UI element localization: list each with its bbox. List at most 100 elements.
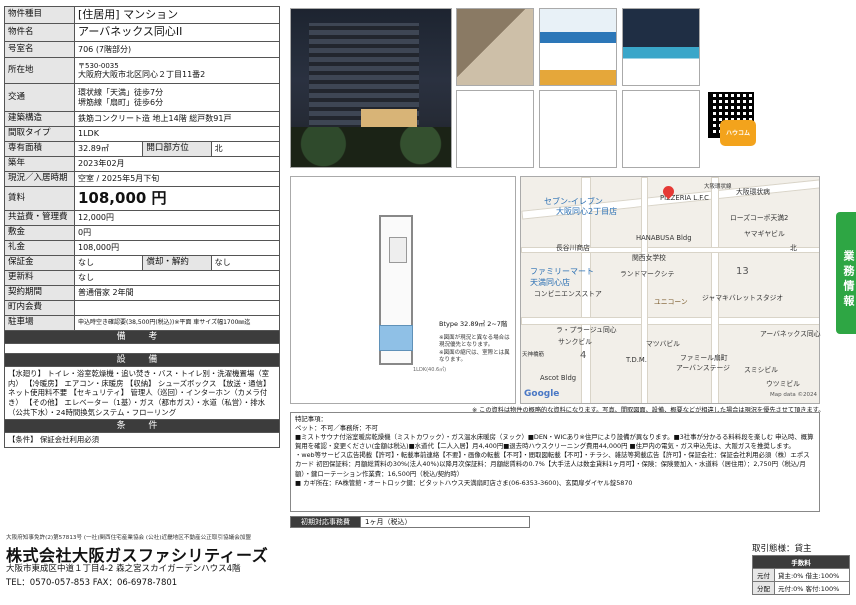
remarks-line: ペット：不可／事務所：不可: [295, 424, 379, 433]
remarks-spacer: [4, 343, 280, 354]
mgmt-value: 12,000円: [74, 210, 280, 226]
map-label: コンビニエンスストア: [534, 290, 602, 298]
status-label: 現況／入居時期: [4, 171, 75, 187]
terms-header: 条 件: [4, 419, 280, 434]
map-road: [641, 177, 648, 403]
floor-plan-note-4: なります。: [439, 357, 466, 364]
deposit-value: 0円: [74, 225, 280, 241]
status-value: 空室 / 2025年5月下旬: [74, 171, 280, 187]
map-label: マツバビル: [646, 340, 680, 348]
keymoney-label: 礼金: [4, 240, 75, 256]
map-label: アーバネックス同心: [760, 330, 821, 338]
transport-line-1: 環状線「天満」徒歩7分: [78, 88, 164, 98]
initial-fee-value: 1ヶ月（税込）: [360, 516, 530, 528]
flyer-dark-thumb[interactable]: [622, 8, 700, 86]
floor-plan-dimension: 1LDK(40.6㎡): [413, 367, 447, 373]
type-label: 物件種目: [4, 6, 75, 24]
built-value: 2023年02月: [74, 156, 280, 172]
lobby-photo-thumb[interactable]: [456, 8, 534, 86]
map-label: ジャマキバレットスタジオ: [702, 294, 784, 302]
renew-label: 更新料: [4, 270, 75, 286]
address-value: 大阪府大阪市北区同心２丁目11番2: [78, 69, 206, 79]
map-label: 関西女学校: [632, 254, 666, 262]
initial-fee-label: 初期対応事務費: [290, 516, 361, 528]
floor-plan: 1LDK(40.6㎡) Btype 32.89㎡ 2~7階 ※図面が現況と異なる…: [290, 176, 516, 404]
map-label: 大阪同心2丁目店: [556, 207, 618, 216]
map-label: 長谷川商店: [556, 244, 590, 252]
address-label: 所在地: [4, 57, 75, 84]
direction-value: 北: [210, 141, 281, 157]
map-label: ファミール扇町: [680, 354, 728, 362]
rent-value: 108,000 円: [74, 186, 280, 211]
name-label: 物件名: [4, 23, 75, 42]
room-value: 706 (7階部分): [74, 41, 280, 58]
map-label: アーバンステージ: [676, 364, 730, 372]
map-street-label: 大阪環状線: [704, 184, 732, 190]
town-label: 町内会費: [4, 300, 75, 316]
initial-fee-table: 初期対応事務費 1ヶ月（税込）: [290, 516, 530, 528]
map-street-label: 天神橋筋: [522, 352, 545, 358]
transport-label: 交通: [4, 83, 75, 112]
area-label: 専有面積: [4, 141, 75, 157]
map-label: ウツミビル: [766, 380, 800, 388]
map-label: 4: [580, 350, 587, 361]
keymoney-value: 108,000円: [74, 240, 280, 256]
amort-value: なし: [210, 255, 281, 271]
flyer-blue-thumb[interactable]: [539, 8, 617, 86]
commission-row-value: 元付:0% 客付:100%: [773, 581, 851, 595]
map-label: サンクビル: [558, 338, 592, 346]
transport-line-2: 堺筋線「扇町」徒歩6分: [78, 97, 164, 107]
structure-label: 建築構造: [4, 111, 75, 127]
empty-thumb-1: [456, 90, 534, 168]
commission-row-value: 貸主:0% 借主:100%: [773, 568, 851, 582]
map-label: スミシビル: [744, 366, 778, 374]
map-label: 大阪環状病: [736, 188, 770, 196]
trees: [291, 127, 451, 167]
renew-value: なし: [74, 270, 280, 286]
floor-plan-bath: [389, 237, 407, 263]
town-value: [74, 300, 280, 316]
remarks-line: 特記事項：: [295, 415, 327, 423]
amort-label: 償却・解約: [142, 255, 212, 271]
commission-table: 手数料 元付 貸主:0% 借主:100% 分配 元付:0% 客付:100%: [752, 555, 851, 595]
equipment-header: 設 備: [4, 353, 280, 367]
room-label: 号室名: [4, 41, 75, 58]
contract-value: 普通借家 2年間: [74, 285, 280, 301]
map-attribution: Map data ©2024: [770, 392, 817, 398]
floor-plan-note-2: 現況優先となります。: [439, 342, 494, 349]
parking-label: 駐車場: [4, 315, 75, 331]
mgmt-label: 共益費・管理費: [4, 210, 75, 226]
property-spec-table: 物件種目 [住居用] マンション 物件名 アーバネックス同心II 号室名 706…: [4, 6, 281, 448]
special-remarks: 特記事項： ペット：不可／事務所：不可 ■ミストサウナ付浴室暖房乾燥機（ミストカ…: [290, 412, 820, 512]
layout-label: 間取タイプ: [4, 126, 75, 142]
commission-row-label: 分配: [752, 581, 775, 595]
company-phone: TEL：0570-057-853 FAX：06-6978-7801: [6, 578, 178, 588]
area-value: 32.89㎡: [73, 141, 144, 157]
map-label: T.D.M.: [626, 356, 647, 364]
contract-label: 契約期間: [4, 285, 75, 301]
layout-value: 1LDK: [74, 126, 280, 142]
parking-value: 申込時空き確認要(38,500円(税込))※平面 車サイズ幅1700㎜迄: [74, 315, 280, 331]
map-label: ランドマークシテ: [620, 270, 675, 278]
building-exterior-photo: [290, 8, 452, 168]
map-label: ユニコーン: [654, 298, 688, 306]
map-label: 天満同心店: [530, 278, 570, 287]
remarks-line: ・web等サービス広告掲載【許可】・転載事前連絡【不要】・画像の転載【不可】・間…: [295, 451, 810, 478]
business-info-tab[interactable]: 業務情報: [836, 212, 856, 334]
map-label: HANABUSA Bldg: [636, 234, 692, 242]
company-address: 大阪市東成区中道１丁目4-2 森之宮スカイガーデンハウス4階: [6, 564, 241, 574]
terms-text: 【条件】 保証会社利用必須: [4, 432, 280, 448]
qr-badge: ハウコム: [720, 120, 756, 146]
equipment-text: 【水廻り】 トイレ・浴室乾燥機・追い焚き・バス・トイレ別・洗濯機置場（室内） 【…: [4, 365, 280, 421]
license-text: 大阪府知事免許(2)第57813号 (一社)関西住宅産業協会 (公社)近畿地区不…: [6, 535, 251, 541]
remarks-header: 備 考: [4, 330, 280, 344]
postal-code: 〒530-0035: [78, 61, 119, 70]
map-label: ラ・プラージュ同心: [556, 326, 617, 334]
name-value: アーバネックス同心II: [74, 23, 280, 42]
empty-thumb-2: [539, 90, 617, 168]
built-label: 築年: [4, 156, 75, 172]
guarantee-label: 保証金: [4, 255, 75, 271]
direction-label: 開口部方位: [142, 141, 212, 157]
structure-value: 鉄筋コンクリート造 地上14階 総戸数91戸: [74, 111, 280, 127]
type-value: [住居用] マンション: [74, 6, 280, 24]
